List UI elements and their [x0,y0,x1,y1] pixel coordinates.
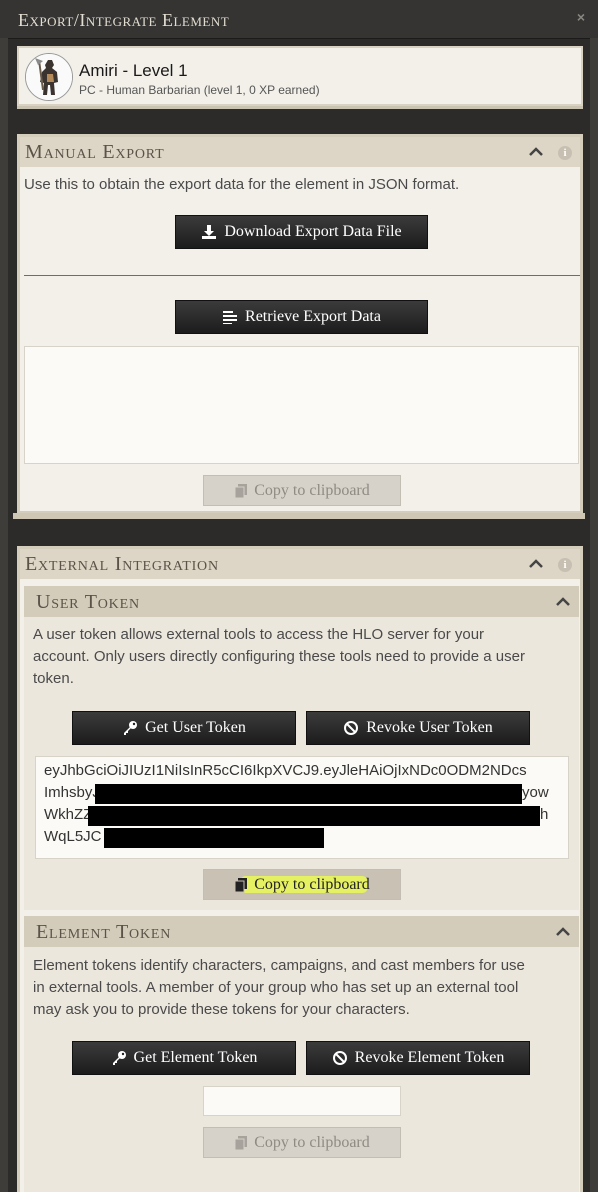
download-icon [202,225,217,239]
key-icon [124,721,138,735]
export-data-textarea[interactable] [24,346,579,464]
user-token-line-3: WkhZZ [44,806,93,823]
element-token-copy-label: Copy to clipboard [254,1133,370,1151]
dialog-title: Export/Integrate Element [18,10,230,30]
list-icon [223,311,238,324]
character-name: Amiri - Level 1 [79,61,188,80]
chevron-up-icon[interactable] [555,927,571,937]
element-token-description-1: Element tokens identify characters, camp… [33,957,525,974]
manual-copy-label: Copy to clipboard [254,481,370,499]
key-icon [112,1051,126,1065]
element-token-title: Element Token [36,921,172,943]
left-edge [0,38,8,1192]
element-token-description-2: in external tools. A member of your grou… [33,979,519,996]
revoke-element-token-button[interactable]: Revoke Element Token [306,1041,530,1075]
dialog-titlebar: Export/Integrate Element × [0,0,598,39]
manual-export-header[interactable]: Manual Export i [20,137,580,167]
get-user-token-button[interactable]: Get User Token [72,711,296,745]
ban-icon [344,721,359,735]
info-icon[interactable]: i [558,558,572,572]
element-token-description-3: may ask you to provide these tokens for … [33,1001,410,1018]
revoke-element-token-label: Revoke Element Token [354,1049,505,1066]
manual-export-title: Manual Export [25,141,165,163]
redaction-bar [88,806,540,826]
user-token-line-2: ImhsbyJ [44,784,100,801]
user-token-title: User Token [36,591,140,613]
user-token-description-2: account. Only users directly configuring… [33,648,525,665]
user-token-description-3: token. [33,670,74,687]
user-token-copy-button[interactable]: Copy to clipboard [203,869,401,900]
redaction-bar [95,784,522,804]
section-divider [24,275,580,276]
character-card: Amiri - Level 1 PC - Human Barbarian (le… [17,46,583,106]
copy-icon [234,877,248,892]
revoke-user-token-button[interactable]: Revoke User Token [306,711,530,745]
retrieve-export-label: Retrieve Export Data [245,308,381,325]
external-integration-header[interactable]: External Integration i [20,549,580,579]
copy-icon [234,483,248,498]
redaction-bar [104,828,324,848]
user-token-line-2-end: yow [522,784,549,801]
manual-export-description: Use this to obtain the export data for t… [24,176,460,193]
copy-icon [234,1135,248,1150]
retrieve-export-button[interactable]: Retrieve Export Data [175,300,428,334]
element-token-field[interactable] [203,1086,401,1116]
user-token-header[interactable]: User Token [24,586,579,617]
revoke-user-token-label: Revoke User Token [366,719,493,736]
user-token-copy-label: Copy to clipboard [254,875,370,893]
user-token-line-4: WqL5JC [44,828,102,845]
element-token-header[interactable]: Element Token [24,916,579,947]
character-subtitle: PC - Human Barbarian (level 1, 0 XP earn… [79,83,320,97]
manual-copy-button[interactable]: Copy to clipboard [203,475,401,506]
download-export-label: Download Export Data File [224,223,402,240]
info-icon[interactable]: i [558,146,572,160]
external-integration-title: External Integration [25,553,219,575]
right-edge [590,38,598,1192]
get-user-token-label: Get User Token [145,719,246,736]
download-export-button[interactable]: Download Export Data File [175,215,428,249]
user-token-line-1: eyJhbGciOiJIUzI1NiIsInR5cCI6IkpXVCJ9.eyJ… [44,762,527,779]
character-avatar [25,53,73,101]
user-token-description-1: A user token allows external tools to ac… [33,626,485,643]
chevron-up-icon[interactable] [528,559,544,569]
element-token-copy-button[interactable]: Copy to clipboard [203,1127,401,1158]
get-element-token-button[interactable]: Get Element Token [72,1041,296,1075]
chevron-up-icon[interactable] [555,597,571,607]
user-token-line-3-end: h [540,806,549,823]
close-icon[interactable]: × [577,9,585,25]
chevron-up-icon[interactable] [528,147,544,157]
get-element-token-label: Get Element Token [133,1049,258,1066]
ban-icon [332,1051,347,1065]
panel-shadow [13,513,585,519]
